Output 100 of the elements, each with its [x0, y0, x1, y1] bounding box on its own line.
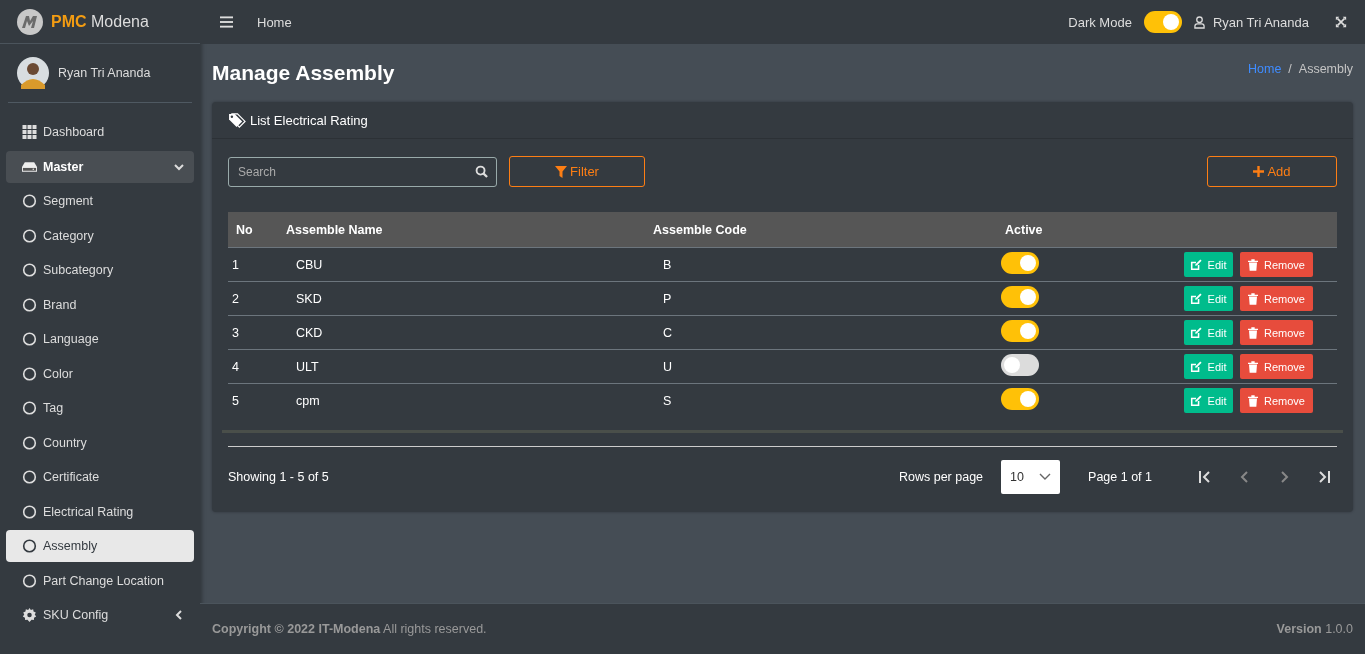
menu-icon[interactable]	[220, 16, 233, 28]
active-toggle[interactable]	[1001, 354, 1039, 376]
circle-icon	[22, 366, 37, 381]
table-cell: 1	[228, 247, 278, 282]
table-cell: 2	[228, 281, 278, 316]
nav-item[interactable]: Country	[6, 426, 194, 459]
nav-item[interactable]: Dashboard	[6, 116, 194, 148]
page-indicator: Page 1 of 1	[1088, 470, 1152, 484]
table-cell: cpm	[278, 383, 645, 417]
table-cell: ULT	[278, 349, 645, 384]
edit-icon	[1189, 394, 1202, 407]
gear-icon	[22, 608, 37, 622]
avatar-icon	[17, 57, 49, 89]
search-icon[interactable]	[475, 164, 488, 178]
brand-name: PMC Modena	[51, 12, 149, 31]
remove-button[interactable]: Remove	[1240, 252, 1313, 277]
trash-icon	[1248, 360, 1259, 373]
table-cell: B	[645, 247, 997, 282]
edit-icon	[1189, 292, 1202, 305]
grid-icon	[22, 125, 37, 139]
circle-icon	[22, 194, 37, 208]
table-cell: 3	[228, 315, 278, 350]
circle-icon	[22, 573, 37, 588]
fullscreen-icon[interactable]	[1335, 16, 1347, 28]
remove-button[interactable]: Remove	[1240, 354, 1313, 379]
remove-button[interactable]: Remove	[1240, 320, 1313, 345]
table-cell: C	[645, 315, 997, 350]
circle-icon	[22, 401, 37, 415]
nav-item[interactable]: SKU Config	[6, 599, 194, 631]
card-title: List Electrical Rating	[250, 112, 368, 128]
nav-item[interactable]: Assembly	[6, 530, 194, 562]
nav-item[interactable]: Language	[6, 323, 194, 355]
circle-icon	[22, 332, 37, 346]
rows-per-page-select[interactable]: 10	[1001, 460, 1061, 494]
nav-item[interactable]: Subcategory	[6, 254, 194, 286]
active-toggle[interactable]	[1001, 252, 1039, 274]
chevron-icon	[174, 610, 184, 620]
showing-text: Showing 1 - 5 of 5	[228, 470, 329, 484]
tags-icon	[228, 112, 247, 128]
trash-icon	[1248, 394, 1259, 407]
nav-item[interactable]: Brand	[6, 288, 194, 321]
edit-icon	[1189, 258, 1202, 271]
add-button[interactable]: Add	[1207, 156, 1337, 187]
nav-item[interactable]: Color	[6, 357, 194, 390]
drive-icon	[22, 160, 37, 173]
page-title: Manage Assembly	[212, 61, 396, 85]
edit-icon	[1189, 360, 1202, 373]
circle-icon	[22, 297, 37, 312]
logo-icon	[17, 8, 43, 35]
active-toggle[interactable]	[1001, 320, 1039, 342]
trash-icon	[1248, 326, 1259, 339]
trash-icon	[1248, 258, 1259, 271]
plus-icon	[1253, 166, 1265, 177]
search-field[interactable]: Search	[228, 156, 497, 187]
user-menu[interactable]: Ryan Tri Ananda	[1212, 14, 1309, 30]
circle-icon	[22, 435, 37, 450]
circle-icon	[22, 504, 37, 519]
nav-item[interactable]: Segment	[6, 185, 194, 217]
table-cell: CBU	[278, 247, 645, 282]
edit-icon	[1189, 326, 1202, 339]
nav-item[interactable]: Part Change Location	[6, 564, 194, 597]
nav-item[interactable]: Electrical Rating	[6, 495, 194, 528]
dark-mode-label: Dark Mode	[1068, 14, 1132, 30]
home-link[interactable]: Home	[257, 14, 292, 30]
rows-per-page-label: Rows per page	[898, 470, 984, 484]
filter-icon	[555, 165, 568, 178]
circle-icon	[22, 228, 37, 243]
copyright-text: Copyright © 2022 IT-Modena All rights reserved.	[212, 622, 487, 636]
circle-icon	[22, 539, 37, 553]
dark-mode-toggle[interactable]	[1143, 11, 1182, 33]
circle-icon	[22, 470, 37, 484]
version-text: Version 1.0.0	[1276, 622, 1353, 636]
remove-button[interactable]: Remove	[1240, 286, 1313, 311]
column-header: Active	[997, 212, 1084, 248]
remove-button[interactable]: Remove	[1240, 388, 1313, 413]
trash-icon	[1248, 292, 1259, 305]
table-cell: 5	[228, 383, 278, 417]
breadcrumb-separator: /	[1288, 62, 1292, 76]
user-name: Ryan Tri Ananda	[58, 66, 151, 80]
active-toggle[interactable]	[1001, 286, 1039, 308]
filter-button[interactable]: Filter	[509, 156, 645, 187]
column-header: No	[228, 212, 278, 248]
nav-item[interactable]: Master	[6, 150, 194, 183]
chevron-icon	[174, 161, 184, 172]
active-toggle[interactable]	[1001, 388, 1039, 410]
table-cell: P	[645, 281, 997, 316]
user-icon	[1193, 15, 1205, 29]
column-header: Assemble Name	[278, 212, 645, 248]
nav-item[interactable]: Category	[6, 219, 194, 252]
table-cell: 4	[228, 349, 278, 384]
circle-icon	[22, 263, 37, 277]
table-cell: CKD	[278, 315, 645, 350]
table-cell: S	[645, 383, 997, 417]
chevron-icon	[1039, 473, 1052, 481]
nav-item[interactable]: Tag	[6, 392, 194, 424]
breadcrumb-current: Assembly	[1298, 62, 1353, 76]
table-cell: U	[645, 349, 997, 384]
column-header: Assemble Code	[645, 212, 997, 248]
nav-item[interactable]: Certificate	[6, 461, 194, 493]
table-cell: SKD	[278, 281, 645, 316]
